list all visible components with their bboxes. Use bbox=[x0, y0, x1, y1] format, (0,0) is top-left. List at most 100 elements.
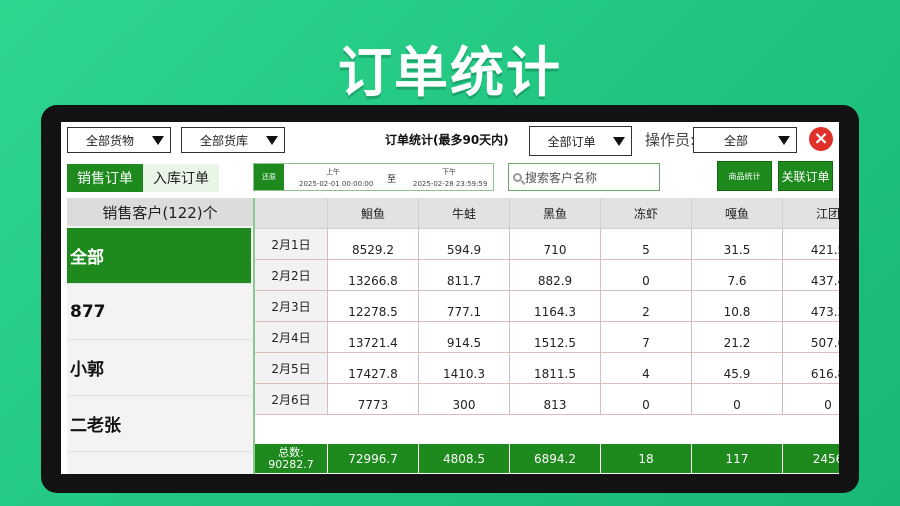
customer-search-input[interactable]: 搜索客户名称 bbox=[508, 163, 660, 191]
value-cell: 12278.5 bbox=[328, 291, 419, 322]
value-cell: 0 bbox=[692, 384, 783, 415]
customer-item[interactable]: 877 bbox=[67, 284, 253, 340]
close-icon: × bbox=[813, 128, 829, 149]
table-row[interactable]: 2月2日 13266.8 811.7 882.9 0 7.6 437.4 bbox=[255, 260, 839, 291]
value-cell: 5 bbox=[601, 229, 692, 260]
value-cell: 7.6 bbox=[692, 260, 783, 291]
value-cell: 437.4 bbox=[783, 260, 839, 291]
column-header: 牛蛙 bbox=[419, 198, 510, 229]
total-cell: 117 bbox=[692, 444, 783, 474]
date-range-picker[interactable]: 还原 上午 2025-02-01 00:00:00 至 下午 2025-02-2… bbox=[253, 163, 494, 191]
operator-label: 操作员: bbox=[645, 131, 696, 149]
value-cell: 7773 bbox=[328, 384, 419, 415]
stats-title: 订单统计(最多90天内) bbox=[385, 133, 509, 147]
linked-orders-button[interactable]: 关联订单 bbox=[778, 161, 833, 191]
customer-count-header: 销售客户(122)个 bbox=[67, 198, 253, 226]
customer-item-all[interactable]: 全部 bbox=[67, 228, 251, 284]
goods-stats-button[interactable]: 商品统计 bbox=[717, 161, 772, 191]
table-row[interactable]: 2月4日 13721.4 914.5 1512.5 7 21.2 507.6 bbox=[255, 322, 839, 353]
search-placeholder: 搜索客户名称 bbox=[525, 170, 598, 185]
value-cell: 2 bbox=[601, 291, 692, 322]
total-cell: 72996.7 bbox=[328, 444, 419, 474]
warehouse-dropdown-value: 全部货库 bbox=[199, 133, 248, 148]
value-cell: 0 bbox=[601, 260, 692, 291]
chevron-down-icon bbox=[266, 135, 278, 145]
value-cell: 300 bbox=[419, 384, 510, 415]
total-label: 总数: bbox=[278, 445, 304, 459]
customer-panel: 销售客户(122)个 全部 877 小郭 二老张 bbox=[67, 198, 253, 474]
warehouse-dropdown[interactable]: 全部货库 bbox=[181, 127, 285, 153]
value-cell: 507.6 bbox=[783, 322, 839, 353]
close-button[interactable]: × bbox=[809, 127, 833, 151]
value-cell: 914.5 bbox=[419, 322, 510, 353]
date-cell: 2月1日 bbox=[255, 229, 328, 260]
value-cell: 13266.8 bbox=[328, 260, 419, 291]
value-cell: 13721.4 bbox=[328, 322, 419, 353]
orders-dropdown-value: 全部订单 bbox=[547, 134, 596, 149]
chevron-down-icon bbox=[778, 135, 790, 145]
value-cell: 10.8 bbox=[692, 291, 783, 322]
value-cell: 421.5 bbox=[783, 229, 839, 260]
total-cell: 6894.2 bbox=[510, 444, 601, 474]
table-row[interactable]: 2月6日 7773 300 813 0 0 0 bbox=[255, 384, 839, 415]
tab-sales-orders[interactable]: 销售订单 bbox=[67, 164, 143, 192]
total-cell: 4808.5 bbox=[419, 444, 510, 474]
date-cell: 2月3日 bbox=[255, 291, 328, 322]
start-date[interactable]: 2025-02-01 00:00:00 bbox=[299, 180, 373, 188]
value-cell: 473.3 bbox=[783, 291, 839, 322]
tab-purchase-orders[interactable]: 入库订单 bbox=[143, 164, 219, 192]
filter-bar: 全部货物 全部货库 订单统计(最多90天内) 全部订单 操作员: 全部 × bbox=[61, 122, 839, 158]
column-header: 冻虾 bbox=[601, 198, 692, 229]
value-cell: 813 bbox=[510, 384, 601, 415]
end-date[interactable]: 2025-02-28 23:59:59 bbox=[413, 180, 487, 188]
chevron-down-icon bbox=[152, 135, 164, 145]
date-cell: 2月2日 bbox=[255, 260, 328, 291]
value-cell: 616.8 bbox=[783, 353, 839, 384]
goods-dropdown[interactable]: 全部货物 bbox=[67, 127, 171, 153]
value-cell: 31.5 bbox=[692, 229, 783, 260]
value-cell: 45.9 bbox=[692, 353, 783, 384]
value-cell: 777.1 bbox=[419, 291, 510, 322]
column-header: 嘎鱼 bbox=[692, 198, 783, 229]
table-row[interactable]: 2月1日 8529.2 594.9 710 5 31.5 421.5 bbox=[255, 229, 839, 260]
date-cell: 2月6日 bbox=[255, 384, 328, 415]
value-cell: 1811.5 bbox=[510, 353, 601, 384]
column-header: 黑鱼 bbox=[510, 198, 601, 229]
value-cell: 4 bbox=[601, 353, 692, 384]
value-cell: 8529.2 bbox=[328, 229, 419, 260]
goods-dropdown-value: 全部货物 bbox=[85, 133, 134, 148]
orders-dropdown[interactable]: 全部订单 bbox=[529, 126, 632, 156]
stats-table: 鮰鱼 牛蛙 黑鱼 冻虾 嘎鱼 江团 2月1日 8529.2 594.9 710 … bbox=[255, 198, 839, 474]
value-cell: 1512.5 bbox=[510, 322, 601, 353]
date-cell: 2月5日 bbox=[255, 353, 328, 384]
app-screen: 全部货物 全部货库 订单统计(最多90天内) 全部订单 操作员: 全部 × 销售… bbox=[61, 122, 839, 474]
value-cell: 710 bbox=[510, 229, 601, 260]
value-cell: 7 bbox=[601, 322, 692, 353]
date-separator: 至 bbox=[387, 175, 397, 185]
value-cell: 0 bbox=[783, 384, 839, 415]
table-row[interactable]: 2月5日 17427.8 1410.3 1811.5 4 45.9 616.8 bbox=[255, 353, 839, 384]
table-row[interactable]: 2月3日 12278.5 777.1 1164.3 2 10.8 473.3 bbox=[255, 291, 839, 322]
value-cell: 1410.3 bbox=[419, 353, 510, 384]
total-cell: 2456 bbox=[783, 444, 839, 474]
banner-title: 订单统计 bbox=[338, 41, 562, 104]
search-icon bbox=[513, 172, 522, 182]
value-cell: 594.9 bbox=[419, 229, 510, 260]
customer-item[interactable]: 小郭 bbox=[67, 340, 253, 396]
value-cell: 1164.3 bbox=[510, 291, 601, 322]
end-period: 下午 bbox=[442, 168, 456, 176]
customer-item[interactable]: 二老张 bbox=[67, 396, 253, 452]
column-header: 鮰鱼 bbox=[328, 198, 419, 229]
operator-dropdown[interactable]: 全部 bbox=[693, 127, 797, 153]
column-header: 江团 bbox=[783, 198, 839, 229]
operator-dropdown-value: 全部 bbox=[723, 133, 748, 148]
value-cell: 21.2 bbox=[692, 322, 783, 353]
total-cell: 18 bbox=[601, 444, 692, 474]
column-header bbox=[255, 198, 328, 229]
table-header-row: 鮰鱼 牛蛙 黑鱼 冻虾 嘎鱼 江团 bbox=[255, 198, 839, 229]
value-cell: 0 bbox=[601, 384, 692, 415]
start-period: 上午 bbox=[326, 168, 340, 176]
value-cell: 17427.8 bbox=[328, 353, 419, 384]
reset-date-button[interactable]: 还原 bbox=[254, 164, 284, 190]
value-cell: 882.9 bbox=[510, 260, 601, 291]
